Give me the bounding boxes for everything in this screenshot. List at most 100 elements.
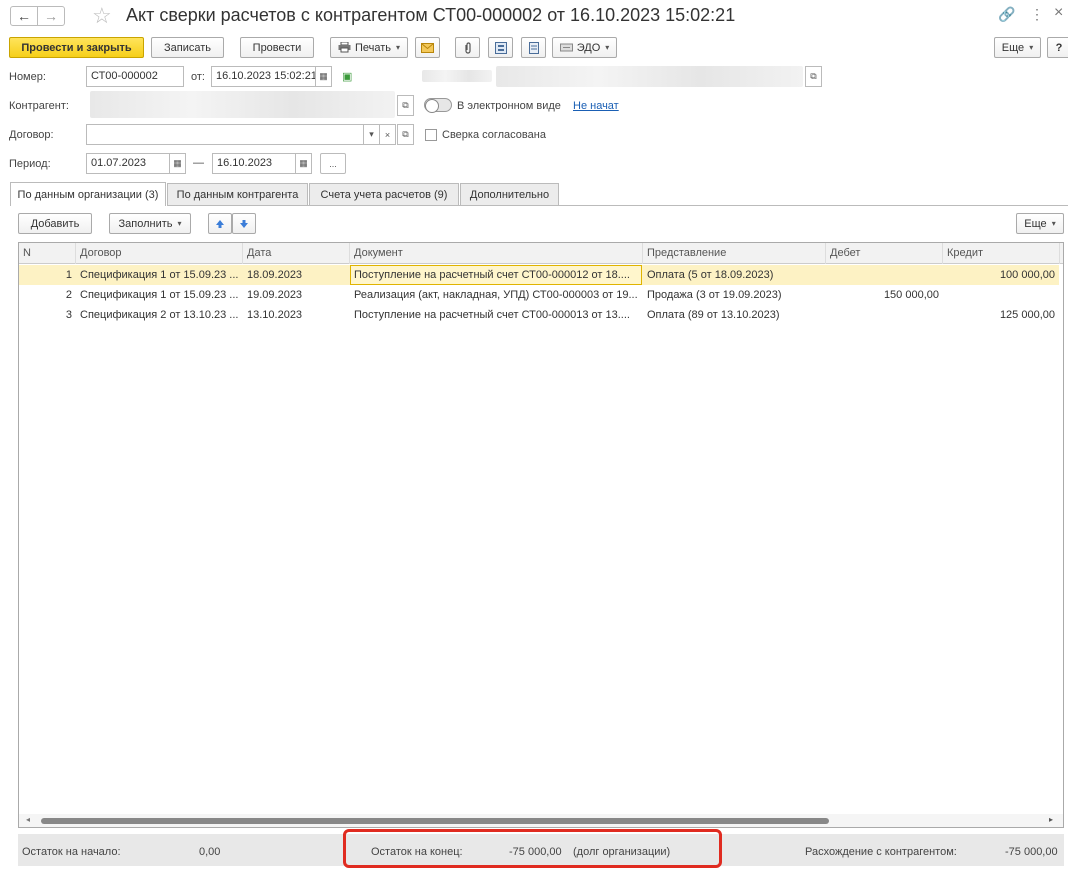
envelope-icon	[421, 42, 434, 53]
column-header-n[interactable]: N	[19, 243, 76, 264]
open-contract-button[interactable]: ⧉	[397, 124, 414, 145]
cell-representation: Оплата (5 от 18.09.2023)	[647, 269, 774, 281]
column-header-date[interactable]: Дата	[243, 243, 350, 264]
scroll-left-icon[interactable]: ◂	[26, 815, 30, 824]
number-field[interactable]: СТ00-000002	[86, 66, 184, 87]
difference-value: -75 000,00	[1005, 846, 1058, 858]
more-button[interactable]: Еще ▾	[994, 37, 1041, 58]
tab-divider	[167, 205, 1068, 206]
period-from-field[interactable]: 01.07.2023	[86, 153, 170, 174]
page-title: Акт сверки расчетов с контрагентом СТ00-…	[126, 5, 736, 25]
edo-button[interactable]: ЭДО ▾	[552, 37, 617, 58]
fill-button[interactable]: Заполнить ▾	[109, 213, 191, 234]
help-button[interactable]: ?	[1047, 37, 1068, 58]
document-button[interactable]	[521, 37, 546, 58]
tab-counterparty-data[interactable]: По данным контрагента	[167, 183, 308, 205]
table-row[interactable]: 2 Спецификация 1 от 15.09.23 ... 19.09.2…	[19, 285, 1059, 305]
post-and-close-button[interactable]: Провести и закрыть	[9, 37, 144, 58]
contract-field[interactable]	[86, 124, 364, 145]
arrow-up-icon	[216, 219, 224, 228]
agreed-label: Сверка согласована	[442, 129, 546, 141]
column-header-credit[interactable]: Кредит	[943, 243, 1060, 264]
table-header: N Договор Дата Документ Представление Де…	[19, 243, 1063, 264]
electronic-toggle[interactable]	[424, 98, 452, 113]
cell-document[interactable]: Поступление на расчетный счет СТ00-00001…	[350, 265, 642, 285]
open-counterparty-button[interactable]: ⧉	[397, 95, 414, 116]
agreed-checkbox[interactable]	[425, 129, 437, 141]
document-icon	[528, 41, 539, 54]
table-row[interactable]: 1 Спецификация 1 от 15.09.23 ... 18.09.2…	[19, 265, 1059, 285]
cell-document: Реализация (акт, накладная, УПД) СТ00-00…	[354, 289, 638, 301]
cell-contract: Спецификация 2 от 13.10.23 ...	[80, 309, 239, 321]
period-to-field[interactable]: 16.10.2023	[212, 153, 296, 174]
chevron-down-icon: ▾	[177, 219, 182, 228]
reconciliation-table[interactable]: N Договор Дата Документ Представление Де…	[18, 242, 1064, 828]
counterparty-label: Контрагент:	[9, 100, 69, 112]
back-button[interactable]: ←	[10, 6, 38, 26]
chevron-down-icon: ▾	[1029, 43, 1034, 52]
cell-representation: Продажа (3 от 19.09.2023)	[647, 289, 782, 301]
paperclip-icon	[464, 41, 471, 54]
organization-label-redacted	[422, 70, 492, 82]
scroll-right-icon[interactable]: ▸	[1049, 815, 1053, 824]
open-organization-button[interactable]: ⧉	[805, 66, 822, 87]
open-icon: ⧉	[402, 100, 409, 110]
favorite-star-icon[interactable]: ☆	[92, 3, 112, 29]
save-button[interactable]: Записать	[151, 37, 224, 58]
scrollbar-thumb[interactable]	[41, 818, 829, 824]
start-balance-label: Остаток на начало:	[22, 846, 121, 858]
counterparty-field-redacted[interactable]	[90, 91, 395, 118]
structure-button[interactable]	[488, 37, 513, 58]
cell-contract: Спецификация 1 от 15.09.23 ...	[80, 269, 239, 281]
electronic-status-link[interactable]: Не начат	[573, 100, 619, 112]
contract-clear-button[interactable]: ×	[379, 124, 396, 145]
chevron-down-icon: ▾	[1051, 219, 1056, 228]
column-header-contract[interactable]: Договор	[76, 243, 243, 264]
cell-contract: Спецификация 1 от 15.09.23 ...	[80, 289, 239, 301]
tab-additional[interactable]: Дополнительно	[460, 183, 559, 205]
print-button[interactable]: Печать ▾	[330, 37, 408, 58]
contract-label: Договор:	[9, 129, 54, 141]
attach-button[interactable]	[455, 37, 480, 58]
date-field[interactable]: 16.10.2023 15:02:21	[211, 66, 316, 87]
contract-dropdown-button[interactable]: ▾	[363, 124, 380, 145]
add-row-button[interactable]: Добавить	[18, 213, 92, 234]
period-dash: —	[193, 157, 204, 169]
arrow-right-icon: →	[44, 8, 58, 24]
calendar-button[interactable]: ▦	[315, 66, 332, 87]
period-from-calendar-button[interactable]: ▦	[169, 153, 186, 174]
move-up-button[interactable]	[208, 213, 232, 234]
cell-credit	[943, 285, 1059, 305]
forward-button[interactable]: →	[37, 6, 65, 26]
horizontal-scrollbar[interactable]: ◂ ▸	[19, 814, 1063, 827]
cell-debit: 150 000,00	[883, 289, 939, 301]
move-down-button[interactable]	[232, 213, 256, 234]
table-more-button[interactable]: Еще ▾	[1016, 213, 1064, 234]
column-header-representation[interactable]: Представление	[643, 243, 826, 264]
period-to-calendar-button[interactable]: ▦	[295, 153, 312, 174]
column-header-document[interactable]: Документ	[350, 243, 643, 264]
email-button[interactable]	[415, 37, 440, 58]
more-vertical-icon[interactable]: ⋮	[1030, 6, 1044, 23]
organization-field-redacted[interactable]	[496, 66, 803, 87]
calendar-icon: ▦	[319, 71, 328, 81]
arrow-left-icon: ←	[17, 8, 31, 24]
cell-date: 19.09.2023	[247, 289, 303, 301]
tab-accounts[interactable]: Счета учета расчетов (9)	[309, 183, 459, 205]
edo-label: ЭДО	[576, 41, 601, 54]
post-button[interactable]: Провести	[240, 37, 314, 58]
table-row[interactable]: 3 Спецификация 2 от 13.10.23 ... 13.10.2…	[19, 305, 1059, 325]
fill-label: Заполнить	[118, 217, 173, 230]
status-posted-icon: ▣	[342, 71, 353, 83]
tab-org-data[interactable]: По данным организации (3)	[10, 182, 166, 206]
calendar-icon: ▦	[299, 158, 308, 168]
highlight-frame	[343, 829, 722, 868]
period-select-button[interactable]: ...	[320, 153, 346, 174]
cell-debit	[826, 265, 943, 285]
cell-date: 18.09.2023	[247, 269, 303, 281]
link-icon[interactable]: 🔗	[998, 6, 1015, 23]
cell-n: 1	[65, 269, 72, 281]
close-icon[interactable]: ×	[1054, 4, 1063, 22]
open-icon: ⧉	[402, 129, 409, 139]
column-header-debit[interactable]: Дебет	[826, 243, 943, 264]
